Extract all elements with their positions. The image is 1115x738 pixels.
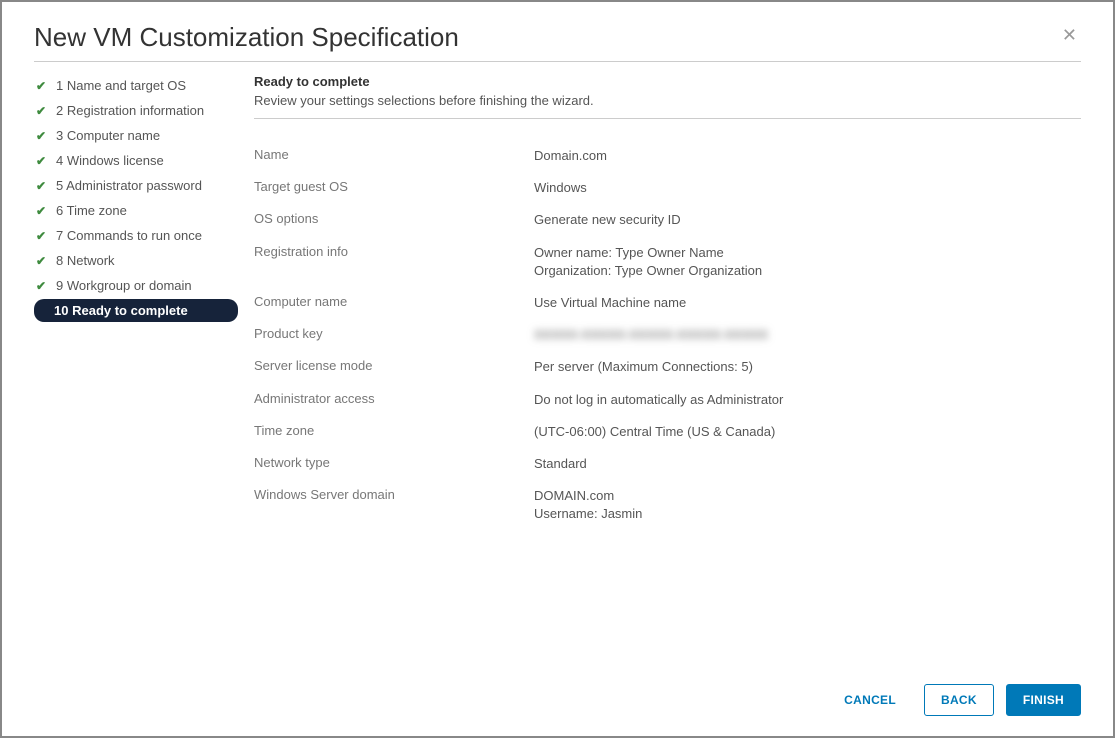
content-title: Ready to complete bbox=[254, 74, 1081, 89]
summary-row-network-type: Network type Standard bbox=[254, 455, 1081, 473]
summary-value: Windows bbox=[534, 179, 1081, 197]
check-icon: ✔ bbox=[36, 204, 52, 218]
check-icon: ✔ bbox=[36, 279, 52, 293]
check-icon: ✔ bbox=[36, 254, 52, 268]
dialog-footer: CANCEL BACK FINISH bbox=[34, 668, 1081, 716]
summary-value: (UTC-06:00) Central Time (US & Canada) bbox=[534, 423, 1081, 441]
back-button[interactable]: BACK bbox=[924, 684, 994, 716]
summary-table: Name Domain.com Target guest OS Windows … bbox=[254, 147, 1081, 523]
content-header: Ready to complete Review your settings s… bbox=[254, 74, 1081, 119]
summary-label: Target guest OS bbox=[254, 179, 534, 197]
summary-row-registration: Registration info Owner name: Type Owner… bbox=[254, 244, 1081, 280]
step-label: 8 Network bbox=[56, 253, 115, 268]
step-windows-license[interactable]: ✔ 4 Windows license bbox=[34, 149, 238, 172]
step-registration-info[interactable]: ✔ 2 Registration information bbox=[34, 99, 238, 122]
wizard-steps-sidebar: ✔ 1 Name and target OS ✔ 2 Registration … bbox=[34, 74, 244, 668]
summary-value: DOMAIN.com Username: Jasmin bbox=[534, 487, 1081, 523]
summary-label: Server license mode bbox=[254, 358, 534, 376]
step-workgroup-domain[interactable]: ✔ 9 Workgroup or domain bbox=[34, 274, 238, 297]
step-label: 9 Workgroup or domain bbox=[56, 278, 192, 293]
check-icon: ✔ bbox=[36, 79, 52, 93]
summary-row-name: Name Domain.com bbox=[254, 147, 1081, 165]
summary-row-license-mode: Server license mode Per server (Maximum … bbox=[254, 358, 1081, 376]
summary-label: Registration info bbox=[254, 244, 534, 280]
finish-button[interactable]: FINISH bbox=[1006, 684, 1081, 716]
step-label: 2 Registration information bbox=[56, 103, 204, 118]
summary-label: Time zone bbox=[254, 423, 534, 441]
step-label: 6 Time zone bbox=[56, 203, 127, 218]
summary-value: Standard bbox=[534, 455, 1081, 473]
summary-label: OS options bbox=[254, 211, 534, 229]
summary-row-os-options: OS options Generate new security ID bbox=[254, 211, 1081, 229]
summary-label: Product key bbox=[254, 326, 534, 344]
summary-value: Do not log in automatically as Administr… bbox=[534, 391, 1081, 409]
dialog-title: New VM Customization Specification bbox=[34, 22, 459, 53]
step-name-target-os[interactable]: ✔ 1 Name and target OS bbox=[34, 74, 238, 97]
check-icon: ✔ bbox=[36, 154, 52, 168]
step-time-zone[interactable]: ✔ 6 Time zone bbox=[34, 199, 238, 222]
summary-value-redacted: XXXXX-XXXXX-XXXXX-XXXXX-XXXXX bbox=[534, 326, 1081, 344]
summary-row-time-zone: Time zone (UTC-06:00) Central Time (US &… bbox=[254, 423, 1081, 441]
summary-row-admin-access: Administrator access Do not log in autom… bbox=[254, 391, 1081, 409]
summary-row-domain: Windows Server domain DOMAIN.com Usernam… bbox=[254, 487, 1081, 523]
step-label: 7 Commands to run once bbox=[56, 228, 202, 243]
content-subtitle: Review your settings selections before f… bbox=[254, 93, 1081, 108]
step-label: 10 Ready to complete bbox=[54, 303, 188, 318]
step-network[interactable]: ✔ 8 Network bbox=[34, 249, 238, 272]
summary-value: Owner name: Type Owner Name Organization… bbox=[534, 244, 1081, 280]
check-icon: ✔ bbox=[36, 129, 52, 143]
cancel-button[interactable]: CANCEL bbox=[828, 685, 912, 715]
check-icon: ✔ bbox=[36, 104, 52, 118]
step-label: 5 Administrator password bbox=[56, 178, 202, 193]
step-computer-name[interactable]: ✔ 3 Computer name bbox=[34, 124, 238, 147]
summary-row-os: Target guest OS Windows bbox=[254, 179, 1081, 197]
summary-label: Name bbox=[254, 147, 534, 165]
summary-value: Per server (Maximum Connections: 5) bbox=[534, 358, 1081, 376]
wizard-content: Ready to complete Review your settings s… bbox=[244, 74, 1081, 668]
step-label: 3 Computer name bbox=[56, 128, 160, 143]
step-ready-to-complete[interactable]: ✔ 10 Ready to complete bbox=[34, 299, 238, 322]
summary-value: Use Virtual Machine name bbox=[534, 294, 1081, 312]
check-icon: ✔ bbox=[36, 179, 52, 193]
summary-label: Network type bbox=[254, 455, 534, 473]
close-icon[interactable]: ✕ bbox=[1058, 22, 1081, 48]
step-label: 4 Windows license bbox=[56, 153, 164, 168]
summary-label: Windows Server domain bbox=[254, 487, 534, 523]
summary-row-product-key: Product key XXXXX-XXXXX-XXXXX-XXXXX-XXXX… bbox=[254, 326, 1081, 344]
summary-label: Administrator access bbox=[254, 391, 534, 409]
wizard-dialog: New VM Customization Specification ✕ ✔ 1… bbox=[0, 0, 1115, 738]
dialog-body: ✔ 1 Name and target OS ✔ 2 Registration … bbox=[34, 74, 1081, 668]
summary-row-computer-name: Computer name Use Virtual Machine name bbox=[254, 294, 1081, 312]
summary-label: Computer name bbox=[254, 294, 534, 312]
dialog-header: New VM Customization Specification ✕ bbox=[34, 22, 1081, 62]
step-admin-password[interactable]: ✔ 5 Administrator password bbox=[34, 174, 238, 197]
summary-value: Domain.com bbox=[534, 147, 1081, 165]
step-run-once[interactable]: ✔ 7 Commands to run once bbox=[34, 224, 238, 247]
check-icon: ✔ bbox=[36, 229, 52, 243]
summary-value: Generate new security ID bbox=[534, 211, 1081, 229]
step-label: 1 Name and target OS bbox=[56, 78, 186, 93]
